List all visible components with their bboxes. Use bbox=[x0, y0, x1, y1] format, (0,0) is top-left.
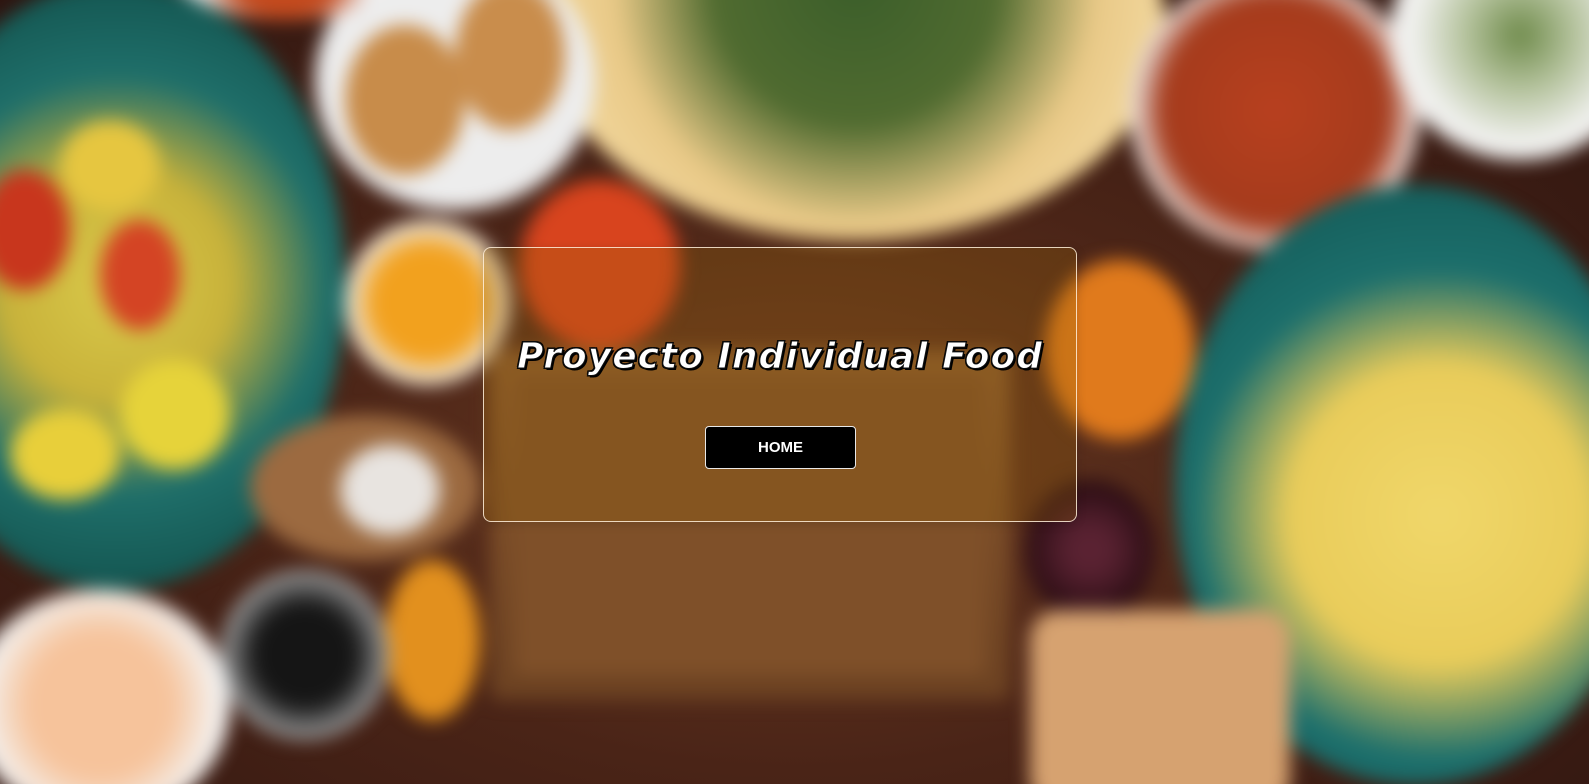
bread-slice bbox=[1030, 610, 1290, 784]
page-title: Proyecto Individual Food bbox=[517, 336, 1043, 378]
top-right-plate bbox=[1390, 0, 1589, 160]
food-tomato bbox=[100, 220, 180, 330]
food-pepper bbox=[120, 360, 230, 470]
bread-roll bbox=[345, 25, 465, 175]
home-button[interactable]: HOME bbox=[705, 426, 856, 469]
landing-card: Proyecto Individual Food HOME bbox=[483, 247, 1077, 522]
orange-fruit bbox=[385, 560, 480, 720]
food-pepper bbox=[60, 120, 160, 210]
garlic bbox=[340, 445, 440, 535]
food-pepper bbox=[10, 410, 120, 500]
pepper-bowl bbox=[220, 570, 390, 740]
cream-bowl bbox=[0, 590, 230, 784]
